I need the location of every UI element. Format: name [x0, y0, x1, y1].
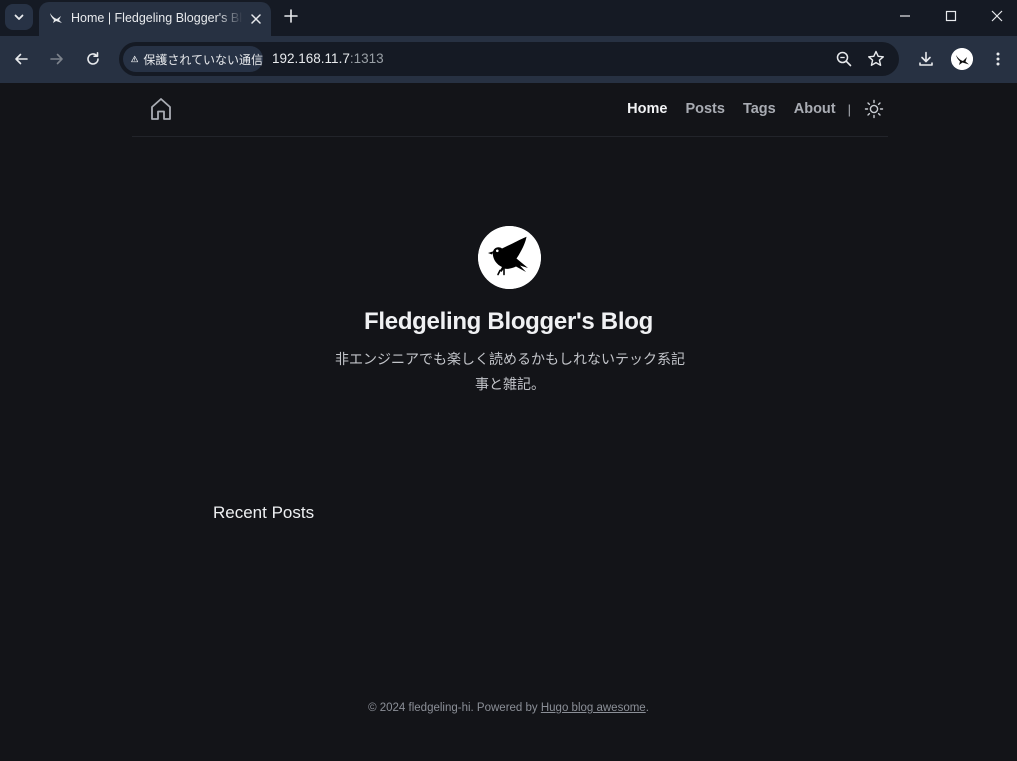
site-avatar [478, 226, 541, 289]
minimize-icon [900, 15, 910, 17]
nav-tags-link[interactable]: Tags [743, 101, 776, 117]
back-button[interactable] [8, 46, 34, 72]
tab-search-button[interactable] [5, 4, 33, 30]
site-title: Fledgeling Blogger's Blog [364, 308, 653, 335]
address-bar[interactable]: 保護されていない通信 192.168.11.7:1313 [119, 42, 899, 76]
maximize-icon [945, 10, 957, 22]
web-page: Home Posts Tags About | Fledgeling Blogg… [0, 83, 1017, 761]
chevron-down-icon [14, 14, 24, 20]
bird-logo-icon [478, 226, 541, 289]
nav-about-link[interactable]: About [794, 101, 836, 117]
tab-title: Home | Fledgeling Blogger's Blog [71, 11, 243, 25]
reload-button[interactable] [80, 46, 106, 72]
forward-button[interactable] [44, 46, 70, 72]
site-footer: © 2024 fledgeling-hi. Powered by Hugo bl… [0, 702, 1017, 714]
star-bookmark-icon[interactable] [866, 49, 886, 69]
footer-theme-link[interactable]: Hugo blog awesome [541, 702, 646, 714]
site-header: Home Posts Tags About | [132, 83, 888, 137]
bird-icon [951, 48, 973, 70]
site-description: 非エンジニアでも楽しく読めるかもしれないテック系記事と雑記。 [335, 351, 685, 392]
main-navigation: Home Posts Tags About | [627, 97, 888, 121]
profile-avatar[interactable] [951, 48, 973, 70]
window-close-button[interactable] [974, 0, 1017, 32]
footer-suffix: . [645, 702, 649, 714]
arrow-left-icon [15, 53, 28, 65]
security-label: 保護されていない通信 [143, 52, 263, 67]
close-icon[interactable] [247, 10, 265, 28]
browser-tab-bar: Home | Fledgeling Blogger's Blog [0, 0, 1017, 36]
browser-tab-active[interactable]: Home | Fledgeling Blogger's Blog [39, 2, 271, 36]
footer-copyright: © 2024 fledgeling-hi. Powered by [368, 702, 541, 714]
close-icon [991, 10, 1003, 22]
theme-toggle-button[interactable] [863, 98, 885, 120]
url-host: 192.168.11.7 [272, 51, 350, 66]
url-text[interactable]: 192.168.11.7:1313 [272, 51, 384, 66]
download-icon [919, 51, 933, 66]
new-tab-plus-icon[interactable] [280, 5, 302, 27]
browser-menu-button[interactable] [985, 46, 1011, 72]
arrow-right-icon [50, 53, 63, 65]
recent-posts-heading: Recent Posts [213, 503, 315, 522]
bird-favicon-icon [50, 13, 62, 23]
zoom-icon[interactable] [834, 49, 854, 69]
nav-posts-link[interactable]: Posts [685, 101, 725, 117]
maximize-button[interactable] [928, 0, 974, 32]
nav-home-link[interactable]: Home [627, 101, 667, 117]
browser-toolbar: 保護されていない通信 192.168.11.7:1313 [0, 36, 1017, 83]
reload-icon [87, 52, 99, 65]
security-indicator[interactable]: 保護されていない通信 [123, 46, 263, 72]
sun-icon [864, 99, 884, 119]
minimize-button[interactable] [882, 0, 928, 32]
more-vert-icon [996, 52, 1000, 66]
url-port: :1313 [349, 51, 384, 66]
downloads-button[interactable] [913, 46, 939, 72]
warning-triangle-icon [131, 55, 139, 63]
home-icon[interactable] [149, 96, 173, 122]
nav-separator: | [847, 101, 851, 117]
